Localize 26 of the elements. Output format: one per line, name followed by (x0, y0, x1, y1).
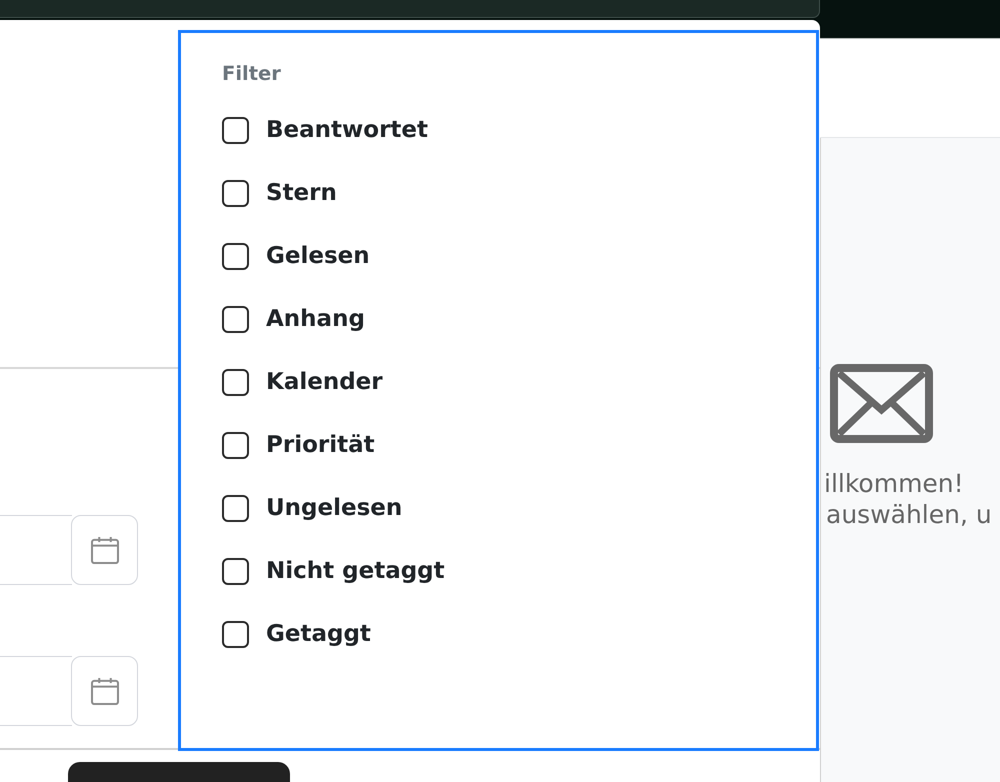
checkbox[interactable] (222, 116, 249, 144)
filter-option[interactable]: Nicht getaggt (222, 555, 445, 587)
checkbox[interactable] (222, 368, 249, 396)
checkbox[interactable] (222, 180, 249, 206)
filter-option[interactable]: Getaggt (222, 618, 371, 650)
filter-option[interactable]: Gelesen (222, 240, 370, 272)
checkbox[interactable] (222, 494, 249, 522)
filter-heading: Filter (222, 62, 281, 86)
filter-option[interactable]: Anhang (222, 303, 365, 335)
filter-option[interactable]: Stern (222, 177, 337, 209)
checkbox[interactable] (222, 620, 249, 648)
calendar-icon (90, 536, 118, 564)
filter-option[interactable]: Ungelesen (222, 492, 402, 524)
filter-option[interactable]: Priorität (222, 429, 375, 461)
welcome-heading: illkommen! (824, 468, 964, 499)
checkbox[interactable] (222, 306, 249, 332)
calendar-button[interactable] (71, 515, 138, 585)
welcome-message: auswählen, u (826, 499, 992, 530)
calendar-icon (90, 677, 118, 705)
filter-option[interactable]: Kalender (222, 366, 383, 398)
calendar-button[interactable] (71, 656, 138, 726)
checkbox[interactable] (222, 558, 249, 584)
checkbox[interactable] (222, 432, 249, 458)
envelope-icon (830, 364, 933, 443)
filter-option[interactable]: Beantwortet (222, 114, 428, 146)
checkbox[interactable] (222, 242, 249, 270)
